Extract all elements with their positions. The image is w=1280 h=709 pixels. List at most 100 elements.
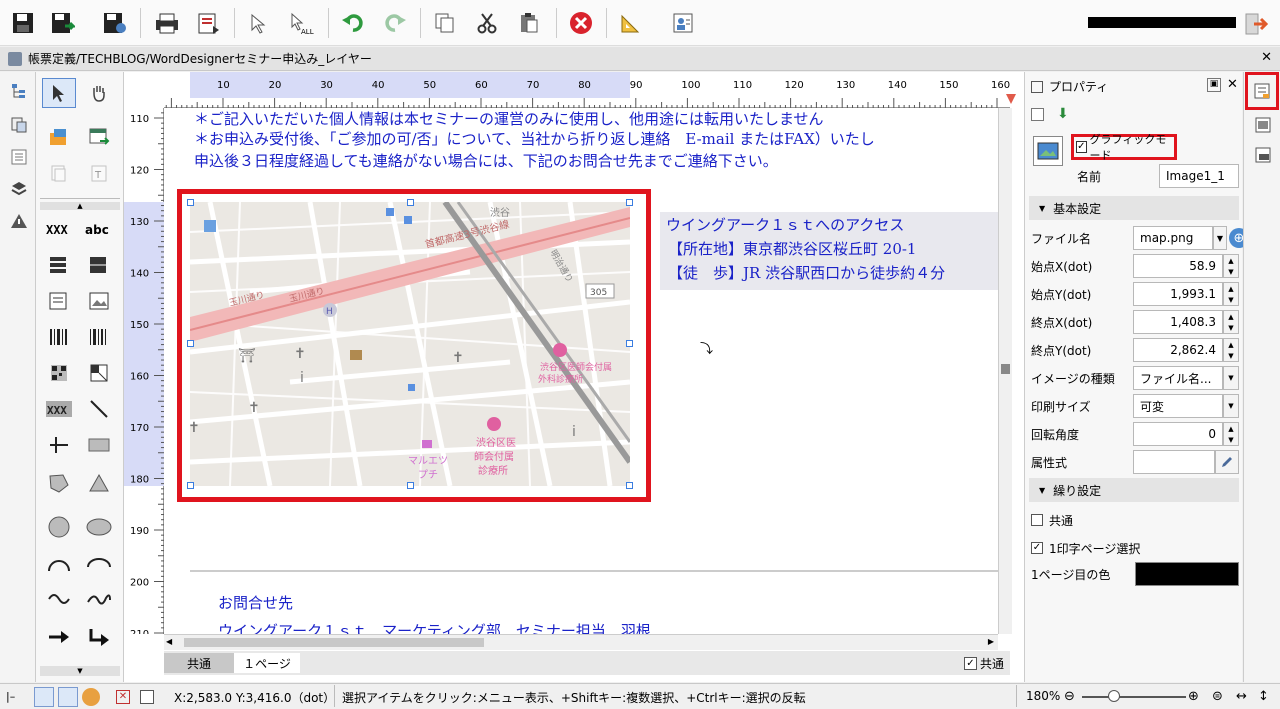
line-tool-icon[interactable] <box>82 394 116 424</box>
repeat-settings-header[interactable]: ▼ 繰り設定 <box>1029 478 1239 502</box>
fit-width-icon[interactable]: ↔ <box>1236 689 1247 704</box>
start-y-input[interactable]: 1,993.1 <box>1133 282 1223 306</box>
barcode2-tool-icon[interactable] <box>82 322 116 352</box>
file-select[interactable]: map.png <box>1133 226 1213 250</box>
attribute-input[interactable] <box>1133 450 1215 474</box>
chevron-down-icon[interactable]: ▼ <box>1223 366 1239 390</box>
open-folder-icon[interactable] <box>42 122 76 152</box>
edit-pencil-icon[interactable] <box>1215 450 1239 474</box>
chevron-down-icon[interactable]: ▼ <box>1223 394 1239 418</box>
image-type-select[interactable]: ファイル名... <box>1133 366 1223 390</box>
scroll-thumb[interactable] <box>1001 364 1010 374</box>
repeat-common-checkbox[interactable]: 共通 <box>1031 508 1073 532</box>
common-checkbox[interactable]: ✓ 共通 <box>964 655 1004 672</box>
curve-tool-icon[interactable] <box>82 584 116 614</box>
graphic-mode-checkbox[interactable]: ✓ グラフィックモード <box>1071 133 1177 162</box>
clear-icon[interactable]: ✕ <box>116 690 130 704</box>
pointer-tool-icon[interactable] <box>42 78 76 108</box>
rotation-spinner[interactable]: ▲ ▼ <box>1223 422 1239 446</box>
list-field-tool-icon[interactable] <box>42 250 76 280</box>
close-panel-icon[interactable]: ✕ <box>1227 77 1238 92</box>
vertical-scrollbar[interactable] <box>998 108 1012 634</box>
zoom-slider[interactable] <box>1082 696 1186 698</box>
fit-height-icon[interactable]: ↕ <box>1258 689 1269 704</box>
download-icon[interactable]: ⬇ <box>1057 106 1069 122</box>
clipboard-icon[interactable] <box>8 114 30 136</box>
close-tab-icon[interactable]: ✕ <box>1261 50 1272 65</box>
masked-field-tool-icon[interactable]: XXX <box>42 394 76 424</box>
image-list-tab-icon[interactable] <box>1254 116 1272 137</box>
rectangle-tool-icon[interactable] <box>82 430 116 460</box>
notice-line-1[interactable]: ＊ご記入いただいた個人情報は本セミナーの運営のみに使用し、他用途には転用いたしま… <box>194 108 824 129</box>
arrow-tool-icon[interactable] <box>42 622 76 652</box>
zoom-slider-thumb[interactable] <box>1108 690 1120 702</box>
end-y-spinner[interactable]: ▲ ▼ <box>1223 338 1239 362</box>
name-input[interactable]: Image1_1 <box>1159 164 1239 188</box>
form-tool-icon[interactable] <box>42 286 76 316</box>
copy-icon[interactable] <box>428 6 462 40</box>
save-db-icon[interactable] <box>98 6 132 40</box>
cut-icon[interactable] <box>470 6 504 40</box>
cross-line-tool-icon[interactable] <box>42 430 76 460</box>
layer-tab-icon[interactable] <box>1254 146 1272 167</box>
scroll-thumb-h[interactable] <box>184 638 484 647</box>
box-icon[interactable] <box>140 690 154 704</box>
qrcode-tool-icon[interactable] <box>42 358 76 388</box>
text-field-tool-icon[interactable]: XXX <box>42 214 76 244</box>
list-icon[interactable] <box>8 146 30 168</box>
copy-page-icon[interactable] <box>42 158 76 188</box>
polygon-tool-icon[interactable] <box>42 468 76 498</box>
select-all-icon[interactable]: ALL <box>284 6 318 40</box>
arc2-tool-icon[interactable] <box>82 548 116 578</box>
arc-tool-icon[interactable] <box>42 548 76 578</box>
logout-icon[interactable] <box>1244 12 1269 36</box>
zoom-out-icon[interactable]: ⊖ <box>1064 689 1075 704</box>
horizontal-scrollbar[interactable]: ◀ ▶ <box>164 634 998 650</box>
start-y-spinner[interactable]: ▲ ▼ <box>1223 282 1239 306</box>
start-x-input[interactable]: 58.9 <box>1133 254 1223 278</box>
print-icon[interactable] <box>150 6 184 40</box>
first-page-color-picker[interactable] <box>1135 562 1239 586</box>
text-page-icon[interactable]: T <box>82 158 116 188</box>
elbow-arrow-tool-icon[interactable] <box>82 622 116 652</box>
one-page-select-checkbox[interactable]: ✓ 1印字ページ選択 <box>1031 536 1140 560</box>
data-import-icon[interactable] <box>82 122 116 152</box>
properties-tab-icon[interactable] <box>1245 72 1279 110</box>
notice-line-2[interactable]: ＊お申込み受付後、「ご参加の可/否」について、当社から折り返し連絡 E-mail… <box>194 128 875 149</box>
hand-tool-icon[interactable] <box>82 78 116 108</box>
warning-icon[interactable] <box>8 210 30 232</box>
redo-icon[interactable] <box>378 6 412 40</box>
layers-icon[interactable] <box>8 178 30 200</box>
print-size-select[interactable]: 可変 <box>1133 394 1223 418</box>
wave-tool-icon[interactable] <box>42 584 76 614</box>
document-tab[interactable]: 帳票定義/TECHBLOG/WordDesignerセミナー申込み_レイヤー ✕ <box>0 47 1280 71</box>
undo-icon[interactable] <box>336 6 370 40</box>
tree-icon[interactable] <box>8 80 30 102</box>
user-icon[interactable] <box>666 6 700 40</box>
window-icon[interactable] <box>1031 108 1044 121</box>
ellipse-tool-icon[interactable] <box>82 512 116 542</box>
notice-line-3[interactable]: 申込後３日程度経過しても連絡がない場合には、下記のお問合せ先までご連絡下さい。 <box>194 150 778 171</box>
zoom-in-icon[interactable]: ⊕ <box>1188 689 1199 704</box>
palette-color-icon[interactable] <box>82 688 100 706</box>
access-box[interactable]: ウイングアーク１ｓｔへのアクセス 【所在地】東京都渋谷区桜丘町 20-1 【徒 … <box>660 212 1000 290</box>
checkbox-checked-icon[interactable]: ✓ <box>1076 141 1087 153</box>
rotation-input[interactable]: 0 <box>1133 422 1223 446</box>
select-tool-icon[interactable] <box>242 6 276 40</box>
start-x-spinner[interactable]: ▲ ▼ <box>1223 254 1239 278</box>
barcode-tool-icon[interactable] <box>42 322 76 352</box>
end-x-input[interactable]: 1,408.3 <box>1133 310 1223 334</box>
snap-line-icon[interactable] <box>58 687 78 707</box>
chevron-down-icon[interactable]: ▼ <box>1213 226 1227 250</box>
basic-settings-header[interactable]: ▼ 基本設定 <box>1029 196 1239 220</box>
delete-icon[interactable] <box>564 6 598 40</box>
triangle-tool-icon[interactable] <box>82 468 116 498</box>
save-as-icon[interactable] <box>46 6 80 40</box>
label-tool-icon[interactable]: abc <box>82 214 116 244</box>
zoom-fit-icon[interactable]: ⊜ <box>1212 689 1223 704</box>
print-preview-icon[interactable] <box>192 6 226 40</box>
ruler-icon[interactable] <box>614 6 648 40</box>
tab-page-1[interactable]: １ページ <box>234 653 300 673</box>
end-y-input[interactable]: 2,862.4 <box>1133 338 1223 362</box>
image-tool-icon[interactable] <box>82 286 116 316</box>
